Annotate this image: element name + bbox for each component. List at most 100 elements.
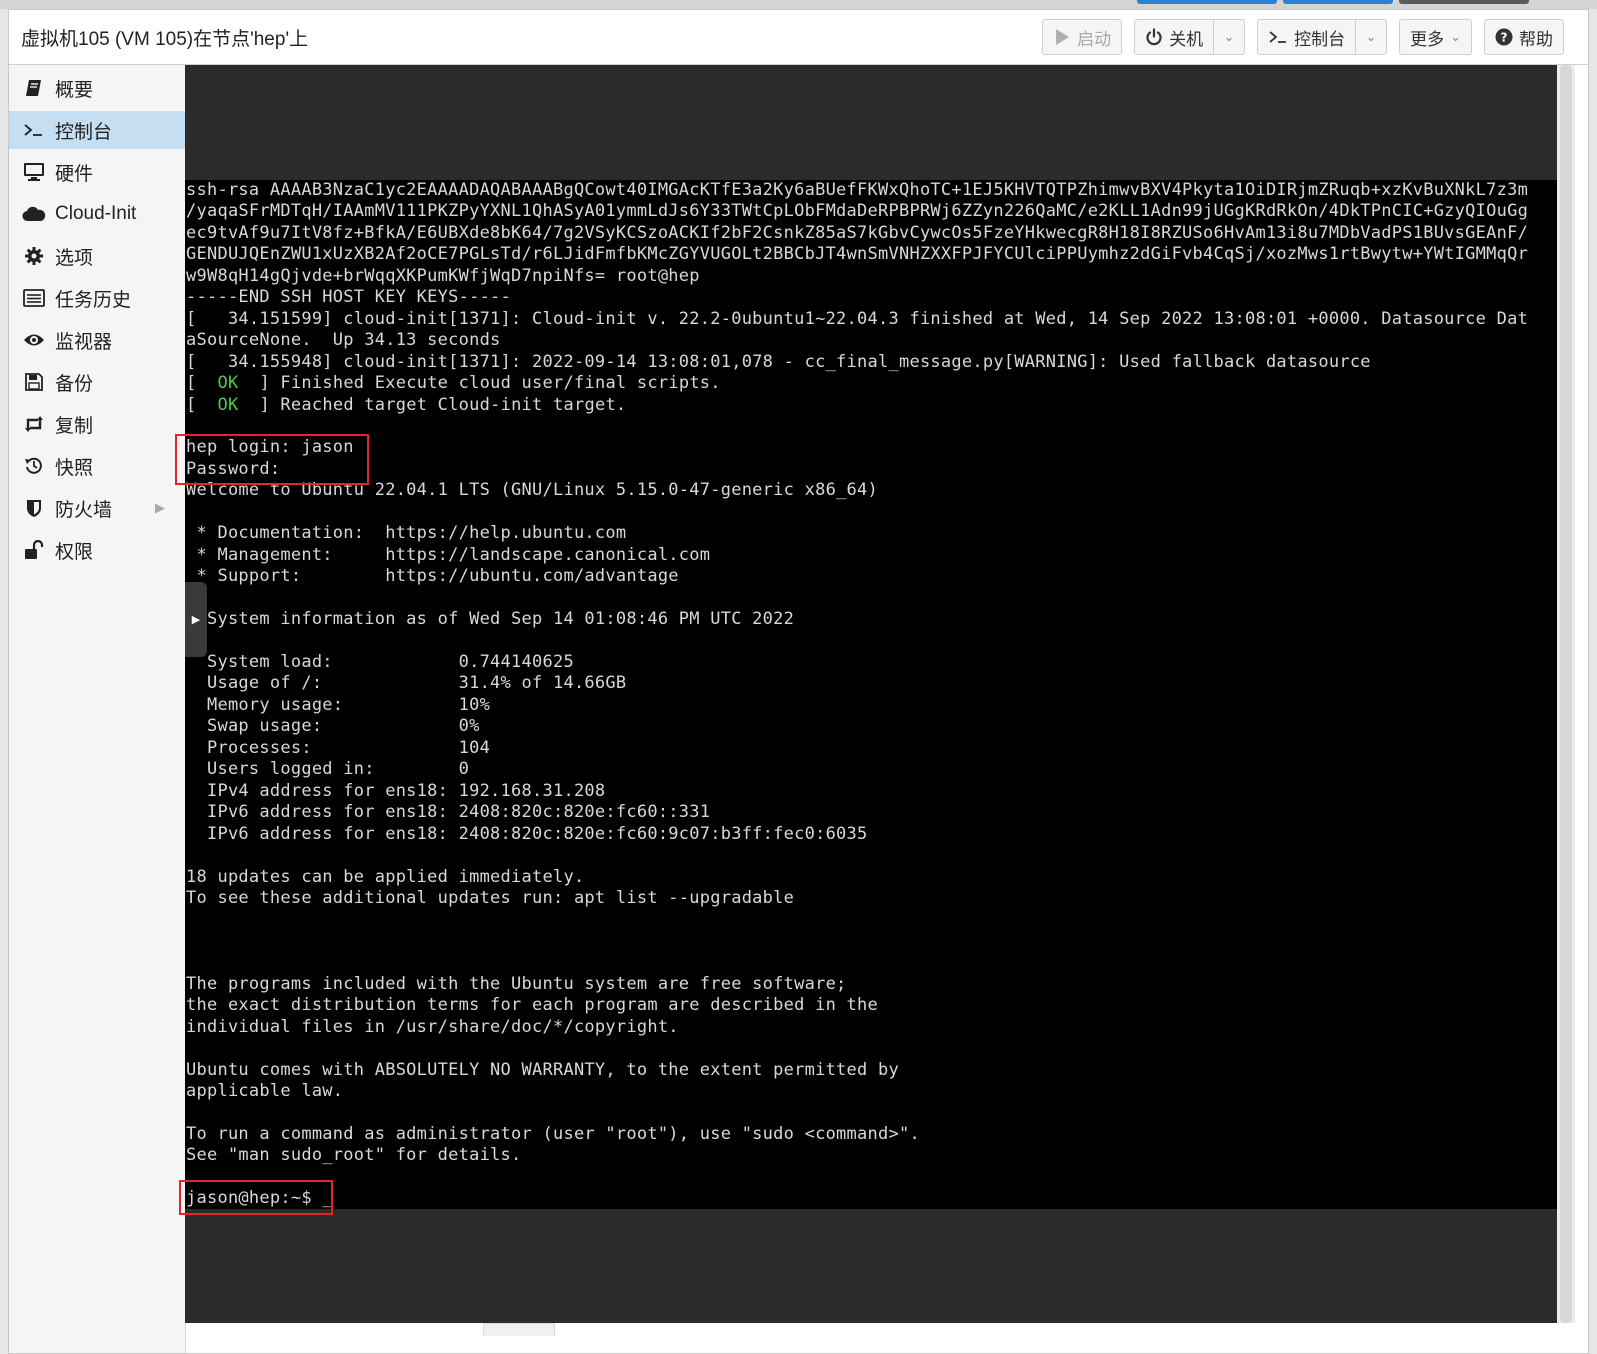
chevron-down-icon: ⌄ <box>1223 29 1235 44</box>
terminal-line: * Support: https://ubuntu.com/advantage <box>186 566 679 587</box>
terminal-line: See "man sudo_root" for details. <box>186 1145 522 1166</box>
sidebar-item-label: 备份 <box>55 373 94 395</box>
sidebar-item-cloud-init[interactable]: Cloud-Init <box>9 195 185 233</box>
sidebar-item-monitor[interactable]: 监视器 <box>9 321 185 359</box>
terminal-line: Memory usage: 10% <box>186 694 491 715</box>
terminal-line: aSourceNone. Up 34.13 seconds <box>186 330 501 351</box>
ok-status: OK <box>217 394 239 415</box>
sidebar-item-label: 快照 <box>55 457 94 479</box>
shutdown-button[interactable]: 关机 ⌄ <box>1134 19 1246 55</box>
sidebar-item-backup[interactable]: 备份 <box>9 363 185 401</box>
chevron-down-icon: ⌄ <box>1450 29 1461 44</box>
terminal-line: hep login: jason <box>186 437 354 458</box>
chevron-down-icon: ⌄ <box>1365 29 1377 44</box>
terminal-line: IPv6 address for ens18: 2408:820c:820e:f… <box>186 823 868 844</box>
floppy-icon <box>21 371 47 393</box>
terminal-ok-line-2: [ OK ] Reached target Cloud-init target. <box>186 394 627 415</box>
terminal-line: Users logged in: 0 <box>186 759 470 780</box>
sidebar-item-label: 控制台 <box>55 121 113 143</box>
shutdown-button-label: 关机 <box>1169 29 1204 49</box>
sidebar-item-label: 权限 <box>55 541 94 563</box>
page-title: 虚拟机105 (VM 105)在节点'hep'上 <box>21 29 309 50</box>
terminal-line: To run a command as administrator (user … <box>186 1123 920 1144</box>
terminal-line: jason@hep:~$ _ <box>186 1188 333 1209</box>
sidebar-item-label: 防火墙 <box>55 499 113 521</box>
list-icon <box>21 287 47 309</box>
caret-right-icon: ▶ <box>191 614 201 626</box>
sidebar-item-snapshots[interactable]: 快照 <box>9 447 185 485</box>
vm-panel: 虚拟机105 (VM 105)在节点'hep'上 启动 关机 ⌄ 控制台 ⌄ 更… <box>8 9 1589 1354</box>
sidebar-item-label: 硬件 <box>55 163 94 185</box>
terminal-line: w9W8qH14gQjvde+brWqqXKPumKWfjWqD7npiNfs=… <box>186 265 700 286</box>
sidebar-item-label: Cloud-Init <box>55 203 137 224</box>
help-button-label: 帮助 <box>1519 29 1553 49</box>
terminal-line: Processes: 104 <box>186 737 491 758</box>
terminal-session-log: hep login: jason Password: Welcome to Ub… <box>186 437 920 1208</box>
terminal-line: 18 updates can be applied immediately. <box>186 866 585 887</box>
terminal-line: Usage of /: 31.4% of 14.66GB <box>186 673 627 694</box>
console-side-handle[interactable]: ▶ <box>185 582 207 657</box>
terminal-line: [ 34.155948] cloud-init[1371]: 2022-09-1… <box>186 351 1371 372</box>
terminal-line: System load: 0.744140625 <box>186 651 574 672</box>
terminal-line: System information as of Wed Sep 14 01:0… <box>186 609 795 630</box>
gear-icon <box>21 245 47 267</box>
sidebar-item-options[interactable]: 选项 <box>9 237 185 275</box>
help-button[interactable]: ? 帮助 <box>1484 19 1564 55</box>
terminal-line: ec9tvAf9u7ItV8fz+BfkA/E6UBXde8bK64/7g2VS… <box>186 222 1529 243</box>
top-tab-indicator <box>1137 0 1277 4</box>
console-button[interactable]: 控制台 ⌄ <box>1257 19 1388 55</box>
more-button-label: 更多 <box>1410 29 1445 49</box>
console-dropdown[interactable]: ⌄ <box>1355 20 1386 54</box>
vertical-scrollbar[interactable] <box>1557 65 1575 1323</box>
terminal-line: IPv6 address for ens18: 2408:820c:820e:f… <box>186 802 711 823</box>
terminal-line: /yaqaSFrMDTqH/IAAmMV111PKZPyYXNL1QhASyA0… <box>186 201 1529 222</box>
sidebar-item-permissions[interactable]: 权限 <box>9 531 185 569</box>
ok-status: OK <box>217 373 239 394</box>
eye-icon <box>21 329 47 351</box>
start-button[interactable]: 启动 <box>1042 19 1123 55</box>
sidebar-item-label: 概要 <box>55 79 94 101</box>
scrollbar-thumb[interactable] <box>1560 65 1572 1323</box>
terminal-line: the exact distribution terms for each pr… <box>186 995 879 1016</box>
top-tab-indicator <box>1399 0 1529 4</box>
power-icon <box>1145 28 1163 46</box>
sidebar-item-label: 监视器 <box>55 331 113 353</box>
terminal-line: IPv4 address for ens18: 192.168.31.208 <box>186 780 606 801</box>
console-button-label: 控制台 <box>1294 29 1346 49</box>
play-icon <box>1053 28 1071 46</box>
sidebar-item-replication[interactable]: 复制 <box>9 405 185 443</box>
toolbar: 启动 关机 ⌄ 控制台 ⌄ 更多 ⌄ ? 帮助 <box>1042 19 1564 55</box>
question-circle-icon: ? <box>1495 28 1513 46</box>
sidebar-item-summary[interactable]: 概要 <box>9 69 185 107</box>
sidebar-item-label: 任务历史 <box>55 289 132 311</box>
shutdown-dropdown[interactable]: ⌄ <box>1213 20 1244 54</box>
terminal-line: Welcome to Ubuntu 22.04.1 LTS (GNU/Linux… <box>186 480 879 501</box>
terminal-ok-line-1: [ OK ] Finished Execute cloud user/final… <box>186 373 721 394</box>
cloud-icon <box>21 203 47 225</box>
shield-icon <box>21 497 47 519</box>
terminal-line: applicable law. <box>186 1081 344 1102</box>
bottom-resize-handle[interactable] <box>483 1323 555 1336</box>
terminal-line: * Management: https://landscape.canonica… <box>186 544 711 565</box>
sidebar-item-hardware[interactable]: 硬件 <box>9 153 185 191</box>
terminal-line: Password: <box>186 458 281 479</box>
terminal-boot-log: ssh-rsa AAAAB3NzaC1yc2EAAAADAQABAAABgQCo… <box>186 180 1528 372</box>
sidebar-item-firewall[interactable]: 防火墙 ▶ <box>9 489 185 527</box>
terminal-output: ssh-rsa AAAAB3NzaC1yc2EAAAADAQABAAABgQCo… <box>185 180 1557 1209</box>
sidebar-item-task-history[interactable]: 任务历史 <box>9 279 185 317</box>
browser-top-strip <box>0 0 1597 9</box>
top-tab-indicator <box>1283 0 1393 4</box>
more-button[interactable]: 更多 ⌄ <box>1399 19 1472 55</box>
sidebar-item-console[interactable]: 控制台 <box>9 111 185 149</box>
chevron-right-icon[interactable]: ▶ <box>155 500 165 516</box>
terminal-screen[interactable]: ssh-rsa AAAAB3NzaC1yc2EAAAADAQABAAABgQCo… <box>185 180 1557 1209</box>
sidebar-item-label: 选项 <box>55 247 94 269</box>
console-area[interactable]: ssh-rsa AAAAB3NzaC1yc2EAAAADAQABAAABgQCo… <box>185 65 1557 1323</box>
start-button-label: 启动 <box>1077 29 1112 49</box>
terminal-icon <box>1268 29 1288 45</box>
unlock-icon <box>21 539 47 561</box>
history-icon <box>21 455 47 477</box>
terminal-line: individual files in /usr/share/doc/*/cop… <box>186 1016 679 1037</box>
panel-header: 虚拟机105 (VM 105)在节点'hep'上 启动 关机 ⌄ 控制台 ⌄ 更… <box>9 10 1588 65</box>
monitor-icon <box>21 161 47 183</box>
